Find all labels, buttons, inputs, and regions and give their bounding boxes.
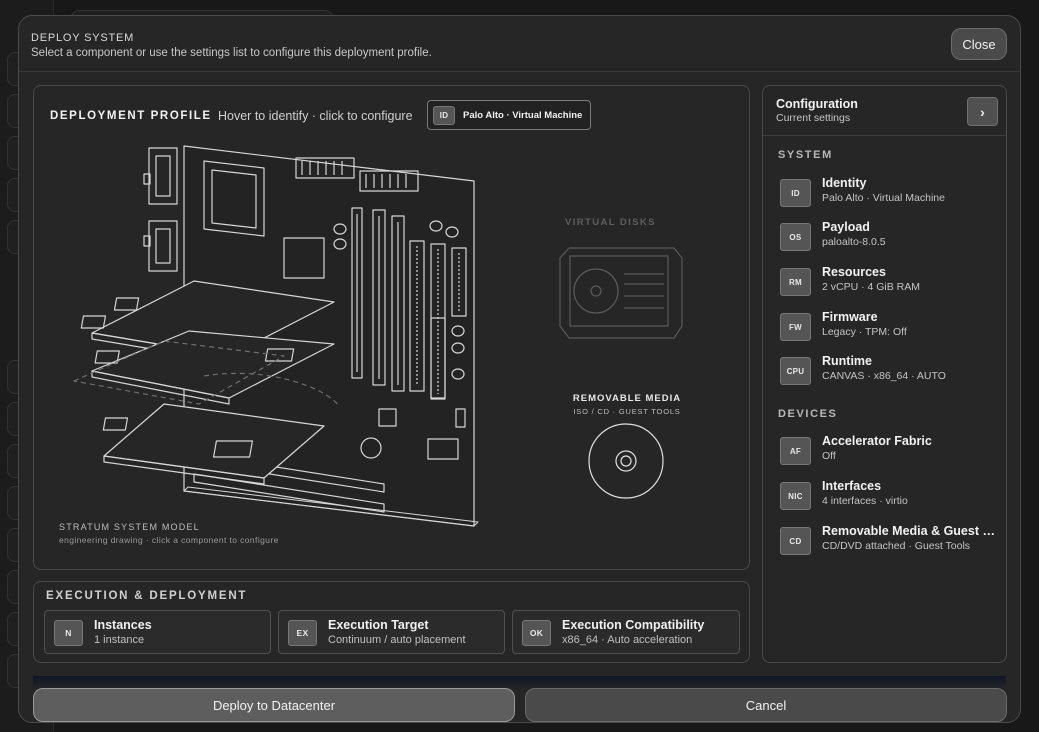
configuration-title: Configuration — [776, 97, 858, 111]
config-item-value: Legacy · TPM: Off — [822, 326, 907, 338]
config-item-name: Removable Media & Guest Tools — [822, 524, 997, 538]
cancel-button[interactable]: Cancel — [525, 688, 1007, 722]
config-item-name: Accelerator Fabric — [822, 434, 932, 448]
config-item-interfaces[interactable]: NIC Interfaces 4 interfaces · virtio — [777, 478, 997, 514]
card-value: 1 instance — [94, 634, 145, 646]
profile-identity-tag[interactable]: ID Palo Alto · Virtual Machine — [427, 100, 592, 130]
execution-target-badge: EX — [288, 620, 317, 646]
card-value: x86_64 · Auto acceleration — [562, 634, 693, 646]
id-badge: ID — [433, 105, 455, 125]
config-item-payload[interactable]: OS Payload paloalto-8.0.5 — [777, 219, 997, 255]
instances-card[interactable]: N Instances 1 instance — [44, 610, 271, 654]
config-item-accelerator-fabric[interactable]: AF Accelerator Fabric Off — [777, 433, 997, 469]
dialog-header: DEPLOY SYSTEM Select a component or use … — [19, 16, 1020, 72]
configuration-panel: Configuration Current settings › SYSTEM … — [762, 85, 1007, 663]
config-item-value: 2 vCPU · 4 GiB RAM — [822, 281, 921, 293]
execution-panel: EXECUTION & DEPLOYMENT N Instances 1 ins… — [33, 581, 750, 663]
payload-badge: OS — [780, 223, 811, 251]
removable-media-label: REMOVABLE MEDIA — [572, 393, 682, 404]
config-item-value: 4 interfaces · virtio — [822, 495, 908, 507]
config-item-value: CANVAS · x86_64 · AUTO — [822, 370, 946, 382]
expand-chevron-button[interactable]: › — [967, 97, 998, 126]
virtual-disks-label: VIRTUAL DISKS — [565, 217, 656, 228]
configuration-subtitle: Current settings — [776, 112, 851, 124]
cd-badge: CD — [780, 527, 811, 555]
devices-section-label: DEVICES — [778, 408, 838, 420]
removable-media-sublabel: ISO / CD · GUEST TOOLS — [573, 407, 681, 416]
card-title: Execution Compatibility — [562, 618, 705, 632]
deploy-button[interactable]: Deploy to Datacenter — [33, 688, 515, 722]
virtual-disk-icon[interactable] — [559, 247, 683, 339]
config-item-value: paloalto-8.0.5 — [822, 236, 886, 248]
config-item-firmware[interactable]: FW Firmware Legacy · TPM: Off — [777, 309, 997, 345]
config-item-name: Runtime — [822, 354, 872, 368]
accelerator-badge: AF — [780, 437, 811, 465]
config-item-name: Firmware — [822, 310, 878, 324]
execution-title: EXECUTION & DEPLOYMENT — [46, 590, 248, 602]
profile-tag-label: Palo Alto · Virtual Machine — [463, 109, 583, 121]
motherboard-drawing — [73, 145, 683, 527]
execution-compatibility-card[interactable]: OK Execution Compatibility x86_64 · Auto… — [512, 610, 740, 654]
nic-badge: NIC — [780, 482, 811, 510]
close-button[interactable]: Close — [951, 28, 1007, 60]
profile-hint: Hover to identify · click to configure — [218, 109, 413, 123]
card-value: Continuum / auto placement — [328, 634, 466, 646]
config-item-identity[interactable]: ID Identity Palo Alto · Virtual Machine — [777, 175, 997, 211]
config-item-runtime[interactable]: CPU Runtime CANVAS · x86_64 · AUTO — [777, 353, 997, 389]
resources-badge: RM — [780, 268, 811, 296]
rear-io-ports[interactable] — [143, 147, 178, 272]
instances-badge: N — [54, 620, 83, 646]
config-item-removable-media[interactable]: CD Removable Media & Guest Tools CD/DVD … — [777, 523, 997, 559]
system-section-label: SYSTEM — [778, 149, 833, 161]
dialog-subtitle: Select a component or use the settings l… — [31, 47, 432, 59]
config-item-resources[interactable]: RM Resources 2 vCPU · 4 GiB RAM — [777, 264, 997, 300]
config-item-name: Payload — [822, 220, 870, 234]
compatibility-badge: OK — [522, 620, 551, 646]
firmware-badge: FW — [780, 313, 811, 341]
config-item-value: CD/DVD attached · Guest Tools — [822, 540, 971, 552]
model-title: STRATUM SYSTEM MODEL — [59, 522, 200, 532]
identity-badge: ID — [780, 179, 811, 207]
card-title: Execution Target — [328, 618, 429, 632]
dialog-title: DEPLOY SYSTEM — [31, 32, 135, 44]
runtime-badge: CPU — [780, 357, 811, 385]
optical-disc-icon[interactable] — [588, 423, 664, 499]
config-item-name: Identity — [822, 176, 867, 190]
model-subtitle: engineering drawing · click a component … — [59, 535, 279, 545]
deploy-system-dialog: DEPLOY SYSTEM Select a component or use … — [18, 15, 1021, 723]
config-item-name: Interfaces — [822, 479, 882, 493]
deployment-profile-panel: DEPLOYMENT PROFILE Hover to identify · c… — [33, 85, 750, 570]
config-item-value: Off — [822, 450, 836, 462]
profile-title: DEPLOYMENT PROFILE — [50, 110, 212, 122]
config-item-value: Palo Alto · Virtual Machine — [822, 192, 945, 204]
execution-target-card[interactable]: EX Execution Target Continuum / auto pla… — [278, 610, 505, 654]
config-item-name: Resources — [822, 265, 886, 279]
configuration-header: Configuration Current settings › — [763, 86, 1006, 136]
card-title: Instances — [94, 618, 152, 632]
